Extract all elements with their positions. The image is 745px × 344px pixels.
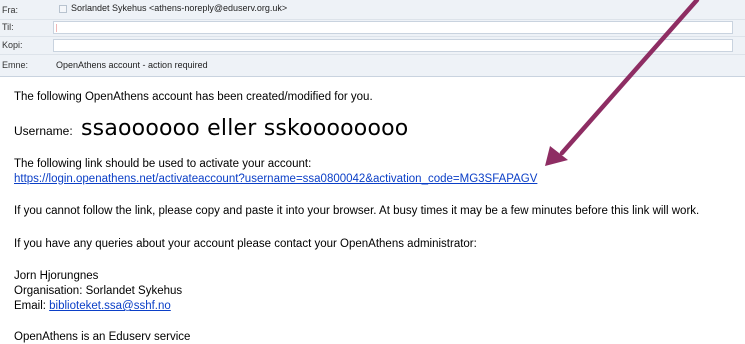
header-divider [0, 36, 745, 37]
signature-email-link[interactable]: biblioteket.ssa@sshf.no [49, 300, 171, 312]
paste-note-text: If you cannot follow the link, please co… [14, 205, 700, 217]
subject-label: Emne: [2, 60, 29, 70]
activation-link-line: https://login.openathens.net/activateacc… [14, 173, 537, 185]
to-label: Til: [2, 22, 14, 32]
cc-label: Kopi: [2, 40, 23, 50]
cc-field[interactable] [53, 39, 733, 52]
subject-value: OpenAthens account - action required [56, 60, 208, 70]
signature-email-label: Email: [14, 300, 46, 312]
signature-name: Jorn Hjorungnes [14, 270, 99, 282]
field-marker [56, 24, 57, 32]
username-value: ssaoooooo eller sskoooooooo [81, 116, 409, 141]
cc-row: Kopi: [0, 38, 745, 53]
to-field[interactable] [53, 21, 733, 34]
from-label: Fra: [2, 5, 19, 15]
link-intro-text: The following link should be used to act… [14, 158, 312, 170]
subject-row: Emne: OpenAthens account - action requir… [0, 58, 745, 73]
from-address[interactable]: Sorlandet Sykehus <athens-noreply@eduser… [71, 3, 287, 14]
email-body: The following OpenAthens account has bee… [0, 77, 745, 344]
intro-text: The following OpenAthens account has bee… [14, 91, 373, 103]
email-header: Fra: Sorlandet Sykehus <athens-noreply@e… [0, 0, 745, 77]
queries-note-text: If you have any queries about your accou… [14, 238, 477, 250]
signature-org: Organisation: Sorlandet Sykehus [14, 285, 183, 297]
from-row: Fra: Sorlandet Sykehus <athens-noreply@e… [0, 3, 745, 18]
username-label: Username: [14, 124, 73, 138]
from-value[interactable]: Sorlandet Sykehus <athens-noreply@eduser… [56, 3, 287, 14]
contact-icon [59, 4, 67, 13]
activation-link[interactable]: https://login.openathens.net/activateacc… [14, 173, 537, 185]
signature-email-line: Email: biblioteket.ssa@sshf.no [14, 300, 171, 312]
footer-text: OpenAthens is an Eduserv service [14, 331, 191, 343]
to-row: Til: [0, 20, 745, 35]
header-divider [0, 54, 745, 55]
